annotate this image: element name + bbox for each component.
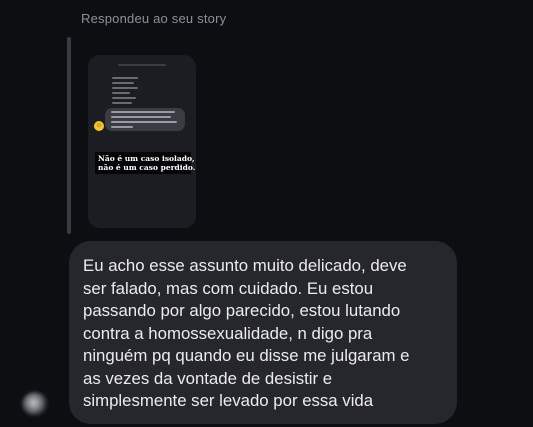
caption-line-2: não é um caso perdido. bbox=[98, 163, 196, 172]
thumbnail-message-bubble bbox=[105, 108, 185, 131]
message-text: Eu acho esse assunto muito delicado, dev… bbox=[83, 256, 410, 410]
message-bubble[interactable]: Eu acho esse assunto muito delicado, dev… bbox=[69, 241, 457, 424]
smiling-face-icon: ☺ bbox=[94, 121, 104, 131]
story-reply-label: Respondeu ao seu story bbox=[81, 11, 227, 26]
story-thumbnail[interactable]: ☺ Não é um caso isolado, não é um caso p… bbox=[88, 55, 196, 228]
sender-avatar[interactable] bbox=[22, 392, 48, 416]
thumbnail-text-block bbox=[112, 77, 140, 107]
dm-conversation: Respondeu ao seu story ☺ Não é um caso i… bbox=[0, 0, 533, 427]
thumbnail-header-line bbox=[118, 64, 166, 66]
thumbnail-caption: Não é um caso isolado, não é um caso per… bbox=[95, 152, 196, 174]
caption-line-1: Não é um caso isolado, bbox=[98, 154, 195, 163]
reply-quote-bar bbox=[67, 37, 71, 234]
